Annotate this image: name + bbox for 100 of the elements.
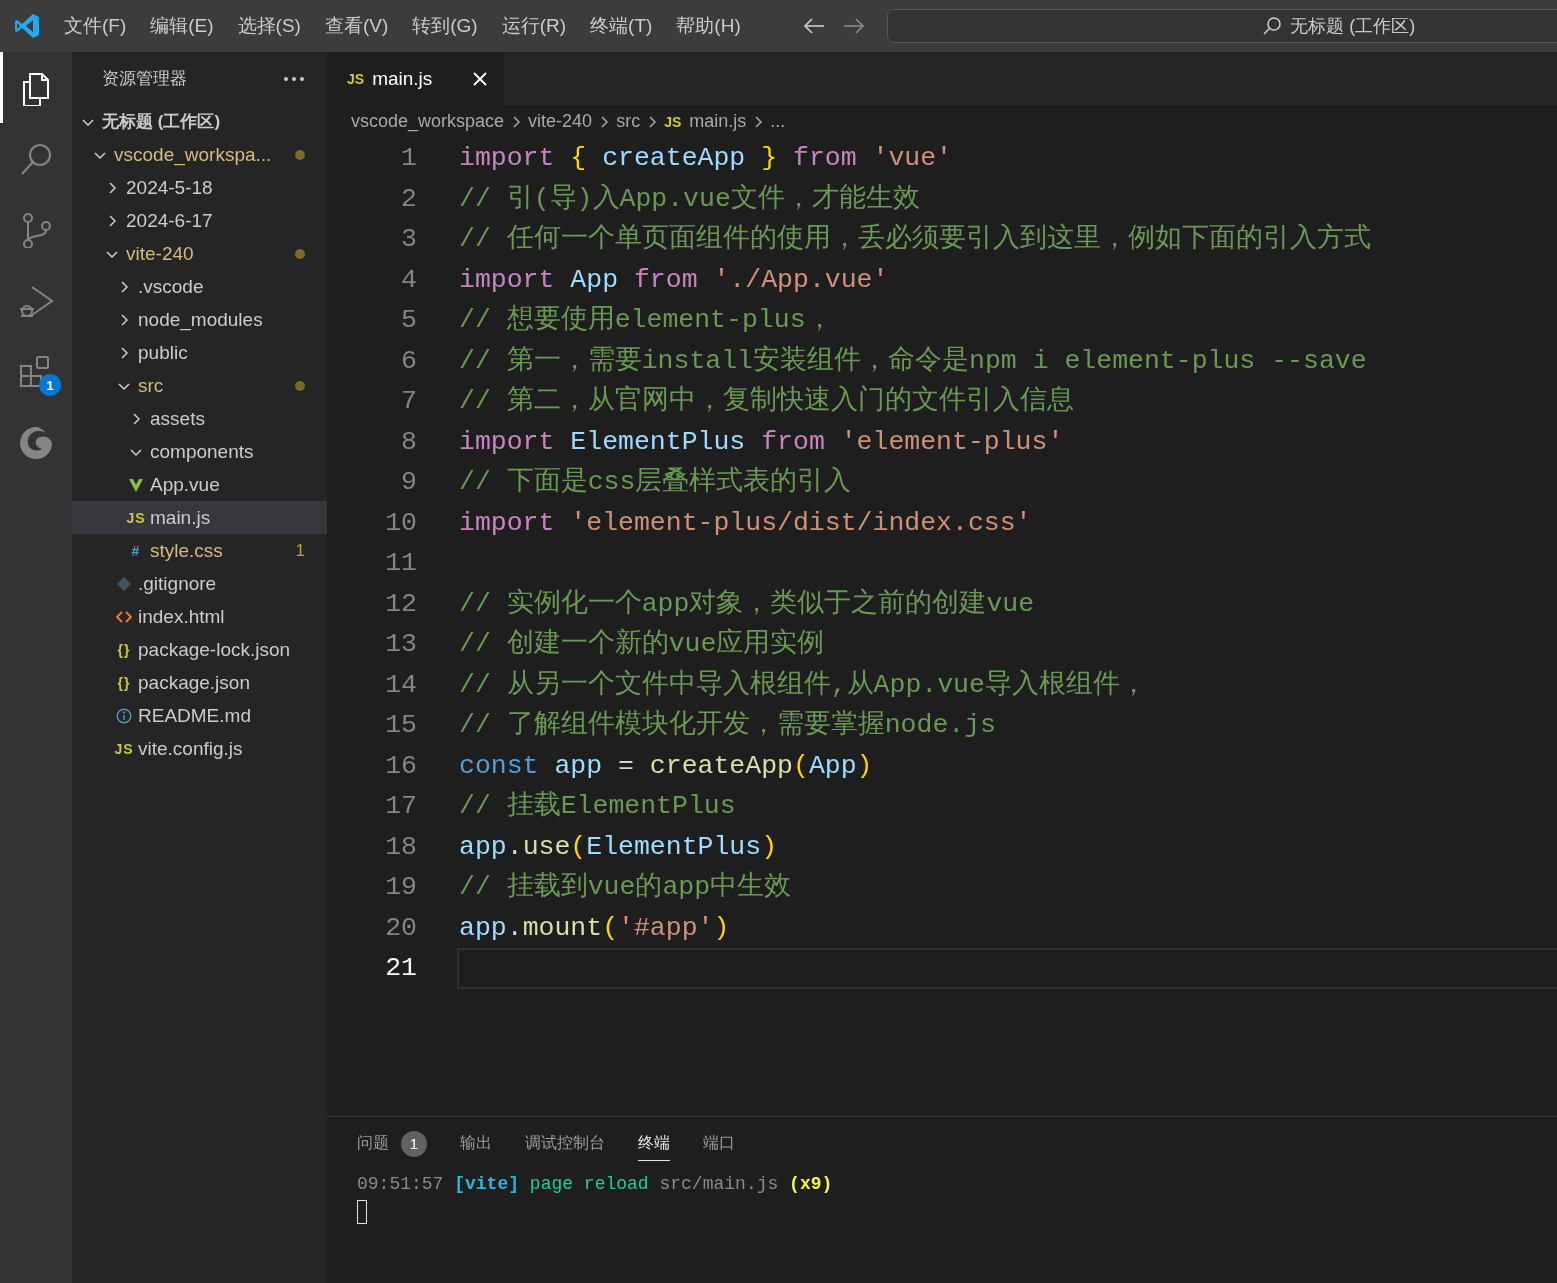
menu-item[interactable]: 帮助(H) <box>664 8 753 44</box>
breadcrumb-item[interactable]: vscode_workspace <box>351 111 505 132</box>
tree-item[interactable]: index.html <box>72 600 327 633</box>
tree-item[interactable]: # style.css 1 <box>72 534 327 567</box>
file-name: index.html <box>138 605 225 628</box>
folder-name: assets <box>150 407 205 430</box>
breadcrumb-item[interactable]: vite-240 <box>528 111 593 132</box>
tree-item[interactable]: App.vue <box>72 468 327 501</box>
problem-count: 1 <box>295 540 305 561</box>
file-name: .gitignore <box>138 572 217 595</box>
line-number: 2 <box>400 182 417 216</box>
line-number: 10 <box>384 506 417 540</box>
folder-name: src <box>138 374 164 397</box>
line-number: 7 <box>400 385 417 418</box>
folder-name: components <box>150 440 254 463</box>
folder-name: 2024-5-18 <box>126 176 213 199</box>
line-number: 12 <box>384 587 417 621</box>
code-line: // 挂载到vue的app中生效 <box>458 870 793 904</box>
menu-item[interactable]: 转到(G) <box>400 8 490 44</box>
line-number: 15 <box>384 709 417 742</box>
menu-item[interactable]: 终端(T) <box>578 8 665 44</box>
js-file-icon: JS <box>664 113 682 130</box>
line-number: 3 <box>400 223 417 256</box>
breadcrumb-item[interactable]: ... <box>770 111 786 132</box>
code-line: // 引(导)入App.vue文件，才能生效 <box>458 182 921 216</box>
menu-item[interactable]: 选择(S) <box>225 8 313 44</box>
workspace-header[interactable]: 无标题 (工作区) <box>72 105 327 138</box>
line-number: 6 <box>400 344 417 378</box>
menu-item[interactable]: 查看(V) <box>312 8 401 44</box>
terminal-output-line: 09:51:57 [vite] page reload src/main.js (x9) <box>357 1173 834 1196</box>
tree-item[interactable]: src <box>72 369 327 402</box>
folder-name: 2024-6-17 <box>126 209 213 232</box>
file-name: package-lock.json <box>138 638 291 661</box>
activity-bar-item[interactable]: 1 <box>0 336 72 407</box>
editor-tab[interactable]: JS main.js <box>327 52 505 105</box>
code-line: // 挂载ElementPlus <box>458 790 737 823</box>
line-number: 19 <box>384 871 417 904</box>
code-line: import 'element-plus/dist/index.css' <box>458 506 1033 540</box>
menu-item[interactable]: 文件(F) <box>52 8 139 44</box>
tree-item[interactable]: .gitignore <box>72 567 327 600</box>
tree-item[interactable]: public <box>72 336 327 369</box>
code-line: // 想要使用element-plus， <box>458 303 834 337</box>
file-type-icon: JS <box>116 740 132 757</box>
panel-tab[interactable]: 终端 <box>638 1127 670 1161</box>
code-line: const app = createApp(App) <box>458 749 874 783</box>
file-name: style.css <box>150 539 223 562</box>
menu-item[interactable]: 运行(R) <box>489 8 579 44</box>
menu-item[interactable]: 编辑(E) <box>138 8 226 44</box>
breadcrumb-item[interactable]: main.js <box>689 111 747 132</box>
tree-item[interactable]: JS main.js <box>72 501 327 534</box>
line-number: 20 <box>384 911 417 945</box>
tree-item[interactable]: {} package.json <box>72 666 327 699</box>
line-number: 16 <box>384 749 417 783</box>
folder-name: public <box>138 341 188 364</box>
tree-item[interactable]: README.md <box>72 699 327 732</box>
line-number: 5 <box>400 304 417 337</box>
code-line: // 第二，从官网中，复制快速入门的文件引入信息 <box>458 384 1075 418</box>
tree-item[interactable]: node_modules <box>72 303 327 336</box>
panel-tab[interactable]: 端口 <box>703 1127 735 1161</box>
count-badge: 1 <box>39 374 61 396</box>
panel-tab[interactable]: 输出 <box>460 1127 492 1161</box>
folder-name: vscode_workspa... <box>114 143 272 166</box>
tree-item[interactable]: components <box>72 435 327 468</box>
js-file-icon: JS <box>347 70 365 87</box>
tree-item[interactable]: {} package-lock.json <box>72 633 327 666</box>
code-line: // 了解组件模块化开发，需要掌握node.js <box>458 709 998 742</box>
file-name: App.vue <box>150 473 220 496</box>
tree-item[interactable]: vite-240 <box>72 237 327 270</box>
code-line: app.mount('#app') <box>458 911 731 945</box>
code-line: import { createApp } from 'vue' <box>458 142 953 175</box>
panel-tab[interactable]: 问题 1 <box>357 1124 427 1164</box>
line-number: 13 <box>384 628 417 661</box>
code-line: // 从另一个文件中导入根组件,从App.vue导入根组件， <box>458 668 1148 702</box>
line-number: 8 <box>400 425 417 459</box>
count-badge: 1 <box>401 1130 427 1157</box>
file-type-icon: JS <box>128 509 144 526</box>
line-number: 17 <box>384 790 417 823</box>
tree-item[interactable]: 2024-5-18 <box>72 171 327 204</box>
folder-name: .vscode <box>138 275 204 298</box>
file-name: package.json <box>138 671 250 694</box>
tab-label: main.js <box>372 67 433 90</box>
code-line: import App from './App.vue' <box>458 263 890 297</box>
line-number: 4 <box>400 263 417 297</box>
file-type-icon: {} <box>116 641 132 658</box>
sidebar-title: 资源管理器 <box>102 68 187 90</box>
tree-item[interactable]: vscode_workspa... <box>72 138 327 171</box>
command-search-field[interactable]: 无标题 (工作区) <box>886 9 1557 43</box>
folder-name: node_modules <box>138 308 263 331</box>
tree-item[interactable]: JS vite.config.js <box>72 732 327 765</box>
tree-item[interactable]: assets <box>72 402 327 435</box>
code-line: // 第一，需要install安装组件，命令是npm i element-plus --save <box>458 344 1368 378</box>
line-number: 18 <box>384 830 417 864</box>
tree-item[interactable]: .vscode <box>72 270 327 303</box>
breadcrumb-item[interactable]: src <box>616 111 641 132</box>
code-line: // 实例化一个app对象，类似于之前的创建vue <box>458 587 1036 621</box>
tree-item[interactable]: 2024-6-17 <box>72 204 327 237</box>
panel-tab[interactable]: 调试控制台 <box>525 1127 605 1161</box>
file-type-icon: # <box>128 542 144 559</box>
line-number: 14 <box>384 668 417 702</box>
file-type-icon: {} <box>116 674 132 691</box>
